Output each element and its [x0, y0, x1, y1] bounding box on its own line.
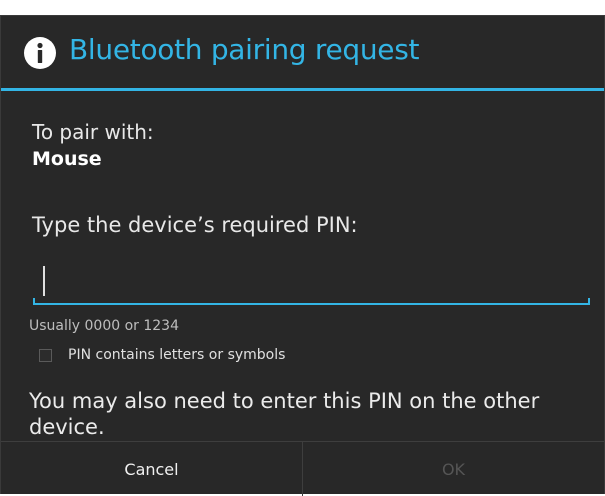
dialog-title: Bluetooth pairing request — [69, 33, 420, 66]
device-name: Mouse — [32, 148, 102, 170]
pair-with-label: To pair with: — [32, 120, 154, 144]
bluetooth-pairing-dialog: Bluetooth pairing request To pair with: … — [0, 15, 605, 496]
dialog-button-bar: Cancel OK — [1, 441, 604, 496]
info-icon — [23, 36, 57, 70]
pin-letters-checkbox-row[interactable]: PIN contains letters or symbols — [39, 347, 285, 363]
text-cursor — [43, 266, 45, 296]
ok-button[interactable]: OK — [303, 442, 604, 496]
title-divider — [1, 88, 604, 91]
pin-input[interactable] — [32, 259, 589, 303]
pin-letters-checkbox[interactable] — [39, 348, 52, 362]
pin-hint: Usually 0000 or 1234 — [29, 318, 179, 334]
pin-letters-checkbox-label[interactable]: PIN contains letters or symbols — [68, 347, 285, 363]
also-enter-note: You may also need to enter this PIN on t… — [29, 389, 540, 439]
dialog-title-bar: Bluetooth pairing request — [1, 16, 604, 88]
cancel-button[interactable]: Cancel — [1, 442, 303, 496]
pin-input-underline — [33, 298, 590, 305]
pin-prompt: Type the device’s required PIN: — [32, 213, 358, 237]
